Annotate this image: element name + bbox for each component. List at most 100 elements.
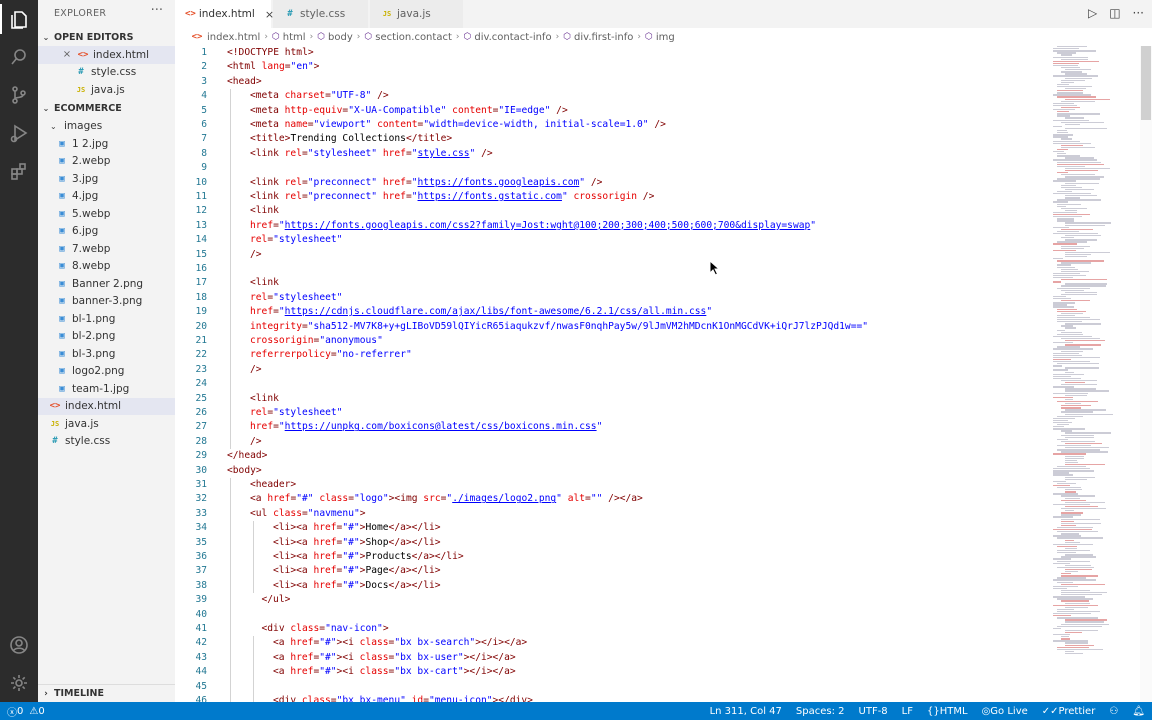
file-name: style.css [65, 435, 111, 448]
line-number: 44 [195, 666, 207, 678]
open-editor-item[interactable]: × <> index.html [38, 46, 175, 64]
code-line: 26 rel="stylesheet" [175, 406, 1035, 421]
chevron-right-icon: › [44, 688, 48, 699]
indent-guide [230, 665, 231, 680]
project-file-item[interactable]: JS java.js [38, 415, 175, 433]
code-token: rel [250, 407, 268, 418]
breadcrumb-item[interactable]: ⬡ div.contact-info [463, 32, 551, 43]
code-line: 35 <li><a href="#">Shop</a></li> [175, 535, 1035, 550]
image-file-item[interactable]: ▣ Banner 2.png [38, 275, 175, 293]
problems-indicator[interactable]: ⓧ 0 ⚠ 0 [7, 704, 45, 719]
code-token: /> [648, 119, 666, 130]
language-mode[interactable]: {} HTML [927, 706, 968, 717]
warning-icon: ⚠ [29, 705, 39, 717]
image-file-item[interactable]: ▣ banner-3.png [38, 293, 175, 311]
minimap-line [1061, 279, 1108, 281]
code-token: /> [371, 90, 389, 102]
project-file-item[interactable]: # style.css [38, 433, 175, 451]
image-file-item[interactable]: ▣ 6.jpg [38, 223, 175, 241]
extensions-icon[interactable] [0, 152, 38, 190]
image-file-item[interactable]: ▣ 7.webp [38, 240, 175, 258]
breadcrumb-item[interactable]: <> index.html [190, 32, 261, 43]
scrollbar-thumb[interactable] [1141, 46, 1151, 120]
line-number: 35 [195, 536, 207, 548]
project-section[interactable]: ⌄ ECOMMERCE [38, 100, 175, 118]
code-token: <a [250, 493, 268, 505]
folder-images[interactable]: ⌄ images [38, 118, 175, 136]
explorer-sidebar: EXPLORER ··· ⌄ OPEN EDITORS × <> index.html #… [38, 0, 175, 702]
prettier-status[interactable]: ✓✓ Prettier [1042, 706, 1096, 717]
image-file-item[interactable]: ▣ 4.jpg [38, 188, 175, 206]
code-token: "stylesheet" [273, 234, 343, 246]
account-feedback-icon[interactable]: ⚇ [1109, 706, 1118, 717]
image-file-item[interactable]: ▣ 2.webp [38, 153, 175, 171]
image-file-item[interactable]: ▣ bl-2.png [38, 328, 175, 346]
code-token: class [313, 493, 349, 505]
split-editor-icon[interactable]: ◫ [1109, 6, 1120, 20]
prettier-label: Prettier [1058, 705, 1096, 717]
minimap[interactable] [1045, 46, 1140, 666]
code-editor[interactable]: 1 <!DOCTYPE html> 2 <html lang="en"> 3 <head>… [175, 46, 1035, 702]
breadcrumb-item[interactable]: ⬡ body [317, 32, 353, 43]
image-file-item[interactable]: ▣ 1 2.jpg [38, 135, 175, 153]
explorer-more-icon[interactable]: ··· [151, 3, 163, 18]
code-token: /> [585, 176, 603, 188]
indent-guide [230, 694, 231, 702]
settings-gear-icon[interactable] [0, 664, 38, 702]
image-file-item[interactable]: ▣ 8.webp [38, 258, 175, 276]
code-token: "nav-icon" [325, 623, 383, 634]
vertical-scrollbar[interactable] [1140, 46, 1152, 702]
image-file-item[interactable]: ▣ team-1.jpg [38, 380, 175, 398]
line-number: 13 [195, 219, 207, 231]
code-token: rel [284, 147, 302, 159]
account-icon[interactable] [0, 626, 38, 664]
line-number: 45 [195, 680, 207, 692]
code-token: href [250, 306, 274, 318]
code-token: "" [590, 493, 603, 505]
tab-java-js[interactable]: JS java.js [370, 0, 464, 28]
bell-icon[interactable]: 🔔︎ [1132, 706, 1145, 717]
explorer-icon[interactable] [0, 0, 38, 38]
css-file-icon: # [78, 67, 84, 78]
code-token: Shop [365, 536, 389, 548]
code-token: " [810, 219, 817, 231]
tab-index-html[interactable]: <> index.html × [175, 0, 274, 28]
breadcrumb-label: img [655, 31, 675, 43]
breadcrumb-item[interactable]: ⬡ section.contact [364, 32, 451, 43]
more-actions-icon[interactable]: ··· [1133, 6, 1144, 20]
minimap-line [1065, 256, 1087, 258]
code-token: https://fonts.googleapis.com [417, 176, 580, 188]
breadcrumb-item[interactable]: ⬡ img [645, 32, 675, 43]
tab-style-css[interactable]: # style.css [273, 0, 369, 28]
image-file-item[interactable]: ▣ 3.jpg [38, 170, 175, 188]
project-file-item[interactable]: <> index.html [38, 397, 175, 415]
code-token: ></i></a> [463, 666, 516, 678]
timeline-section[interactable]: › TIMELINE [38, 684, 175, 702]
open-editor-item[interactable]: JS java.js [38, 81, 175, 99]
open-editor-item[interactable]: # style.css [38, 64, 175, 82]
source-control-icon[interactable] [0, 76, 38, 114]
run-debug-icon[interactable] [0, 114, 38, 152]
end-of-line[interactable]: LF [902, 706, 913, 717]
close-icon[interactable]: × [60, 49, 74, 60]
code-token: "viewport" [313, 119, 372, 130]
indent-guide [230, 233, 231, 248]
image-file-item[interactable]: ▣ 5.webp [38, 205, 175, 223]
minimap-line [1065, 652, 1083, 655]
image-file-item[interactable]: ▣ bl-1.png [38, 310, 175, 328]
code-token: https://cdnjs.cloudflare.com/ajax/libs/f… [284, 306, 707, 318]
indentation[interactable]: Spaces: 2 [796, 706, 845, 717]
cursor-position[interactable]: Ln 311, Col 47 [710, 706, 782, 717]
open-editors-section[interactable]: ⌄ OPEN EDITORS [38, 28, 175, 46]
breadcrumb-item[interactable]: ⬡ html [272, 32, 306, 43]
go-live-button[interactable]: ◎ Go Live [982, 706, 1028, 717]
encoding[interactable]: UTF-8 [859, 706, 888, 717]
code-token: <link [250, 277, 279, 289]
image-file-item[interactable]: ▣ bl-3.png [38, 345, 175, 363]
search-icon[interactable] [0, 38, 38, 76]
run-icon[interactable]: ▷ [1088, 6, 1097, 20]
image-file-item[interactable]: ▣ logo2.png [38, 363, 175, 381]
html-file-icon: <> [185, 9, 196, 19]
breadcrumb-item[interactable]: ⬡ div.first-info [563, 32, 633, 43]
breadcrumb-label: section.contact [375, 31, 452, 43]
